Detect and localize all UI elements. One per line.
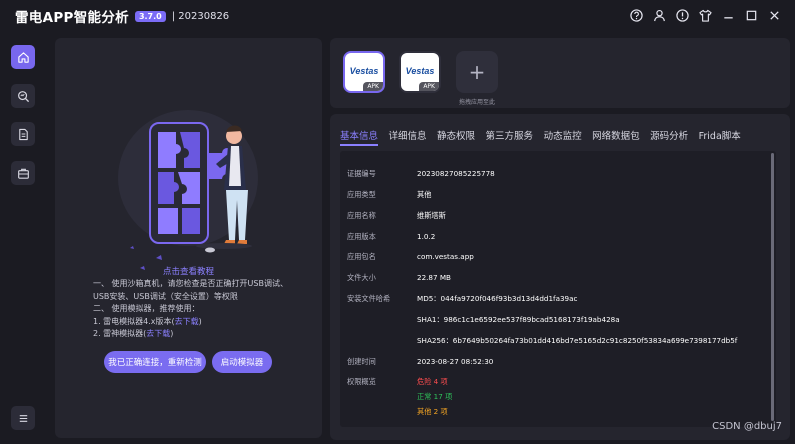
guide-line-4: 2. 雷神模拟器(去下载) [93, 328, 298, 341]
label: 文件大小 [347, 273, 376, 282]
guide-instructions: 一、 使用沙箱真机，请您检查是否正确打开USB调试、USB安装、USB调试（安全… [93, 278, 298, 341]
tab-basic-info[interactable]: 基本信息 [340, 128, 378, 142]
guide-line-2: 二、 使用模拟器，推荐使用： [93, 304, 200, 313]
info-row-app-type: 应用类型 其他 [347, 190, 431, 200]
info-row-sha256: SHA256：6b7649b50264fa73b01dd416bd7e5165d… [347, 336, 737, 346]
download-leishen-link[interactable]: 去下载 [146, 329, 170, 338]
hash-sha1: SHA1：986c1c1e6592ee537f89bcad5168173f19a… [417, 315, 620, 324]
value: 其他 [417, 190, 432, 199]
info-row-permissions: 权限概览 危险 4 项 [347, 377, 448, 387]
report-icon [18, 128, 28, 140]
minimize-icon[interactable] [721, 7, 735, 23]
guide-line-3-suffix: ) [198, 316, 202, 326]
label: 创建时间 [347, 357, 376, 366]
info-row-cert-no: 证据编号 20230827085225778 [347, 169, 495, 179]
info-row-app-name: 应用名称 维斯塔斯 [347, 211, 446, 221]
perm-other-count: 其他 2 项 [417, 407, 448, 416]
sidebar [0, 32, 46, 444]
active-tab-indicator [340, 144, 378, 146]
app-logo: Vestas [405, 66, 435, 76]
window-controls [629, 7, 781, 23]
toolbox-icon [17, 168, 29, 179]
tab-third-party[interactable]: 第三方服务 [486, 128, 534, 142]
recheck-connection-button[interactable]: 我已正确连接，重新检测 [104, 351, 206, 373]
label: 应用名称 [347, 211, 376, 220]
analysis-icon [17, 90, 29, 102]
drag-hint: 拖拽应用至此 [459, 99, 496, 106]
info-row-permissions-other: 其他 2 项 [347, 407, 448, 417]
tab-source-analysis[interactable]: 源码分析 [650, 128, 688, 142]
label: 应用包名 [347, 252, 376, 261]
detail-panel: 基本信息 详细信息 静态权限 第三方服务 动态监控 网络数据包 源码分析 Fri… [330, 114, 790, 440]
title-bar: 雷电APP智能分析 3.7.0 | 20230826 [0, 0, 795, 32]
label: 应用类型 [347, 190, 376, 199]
guide-line-4-suffix: ) [170, 329, 174, 338]
tab-bar: 基本信息 详细信息 静态权限 第三方服务 动态监控 网络数据包 源码分析 Fri… [340, 128, 741, 142]
guide-line-3-text: 1. 雷电模拟器4.x版本( [93, 316, 175, 326]
info-row-hash: 安装文件哈希 MD5：044fa9720f046f93b3d13d4dd1fa39… [347, 294, 577, 304]
theme-icon[interactable] [698, 7, 712, 23]
sidebar-menu-button[interactable] [11, 406, 35, 430]
info-row-package: 应用包名 com.vestas.app [347, 252, 474, 262]
maximize-icon[interactable] [744, 7, 758, 23]
tab-static-permissions[interactable]: 静态权限 [437, 128, 475, 142]
tab-dynamic-monitor[interactable]: 动态监控 [544, 128, 582, 142]
app-title: 雷电APP智能分析 [15, 10, 129, 26]
apk-tag: APK [419, 82, 439, 91]
user-icon[interactable] [652, 7, 666, 23]
hash-sha256: SHA256：6b7649b50264fa73b01dd416bd7e5165d… [417, 336, 738, 345]
info-row-permissions-normal: 正常 17 项 [347, 392, 452, 402]
vertical-scrollbar[interactable] [771, 153, 774, 421]
start-emulator-button[interactable]: 启动模拟器 [212, 351, 272, 373]
guide-line-3: 1. 雷电模拟器4.x版本(去下载) [93, 316, 298, 329]
label: 权限概览 [347, 377, 376, 386]
device-guide-panel: 点击查看教程 一、 使用沙箱真机，请您检查是否正确打开USB调试、USB安装、U… [55, 38, 322, 438]
tutorial-link[interactable]: 点击查看教程 [55, 265, 322, 277]
add-apk-button[interactable]: + [456, 51, 498, 93]
info-icon[interactable] [675, 7, 689, 23]
app-logo: Vestas [349, 66, 379, 76]
guide-line-1: 一、 使用沙箱真机，请您检查是否正确打开USB调试、USB安装、USB调试（安全… [93, 279, 288, 301]
apk-card[interactable]: Vestas APK [399, 51, 441, 93]
sidebar-item-analysis[interactable] [11, 84, 35, 108]
value: 维斯塔斯 [417, 211, 446, 220]
perm-normal-count: 正常 17 项 [417, 392, 453, 401]
help-icon[interactable] [629, 7, 643, 23]
sidebar-item-report[interactable] [11, 122, 35, 146]
value: 22.87 MB [417, 273, 451, 282]
apk-tag: APK [363, 82, 383, 91]
value: 2023-08-27 08:52:30 [417, 357, 494, 366]
value: 20230827085225778 [417, 169, 495, 178]
download-ld-link[interactable]: 去下载 [175, 317, 199, 326]
build-date: | 20230826 [171, 10, 230, 22]
tab-network-packets[interactable]: 网络数据包 [592, 128, 640, 142]
close-icon[interactable] [767, 7, 781, 23]
sidebar-item-home[interactable] [11, 45, 35, 69]
value: 1.0.2 [417, 232, 436, 241]
apk-bar: Vestas APK Vestas APK + 拖拽应用至此 [330, 38, 790, 108]
sidebar-item-toolbox[interactable] [11, 161, 35, 185]
value: com.vestas.app [417, 252, 474, 261]
guide-line-4-text: 2. 雷神模拟器( [93, 329, 147, 338]
hash-md5: MD5：044fa9720f046f93b3d13d4dd1fa39ac [417, 294, 578, 303]
tab-detailed-info[interactable]: 详细信息 [389, 128, 427, 142]
version-badge: 3.7.0 [134, 10, 166, 22]
label: 安装文件哈希 [347, 294, 391, 303]
apk-card[interactable]: Vestas APK [343, 51, 385, 93]
basic-info-content: 证据编号 20230827085225778 应用类型 其他 应用名称 维斯塔斯 应用… [340, 151, 776, 427]
info-row-created: 创建时间 2023-08-27 08:52:30 [347, 357, 493, 367]
info-row-sha1: SHA1：986c1c1e6592ee537f89bcad5168173f19a… [347, 315, 620, 325]
info-row-version: 应用版本 1.0.2 [347, 232, 435, 242]
perm-danger-count: 危险 4 项 [417, 377, 448, 386]
home-icon [17, 51, 29, 63]
label: 应用版本 [347, 232, 376, 241]
label: 证据编号 [347, 169, 376, 178]
watermark: CSDN @dbuj7 [712, 421, 782, 432]
info-row-size: 文件大小 22.87 MB [347, 273, 451, 283]
tab-frida-script[interactable]: Frida脚本 [699, 128, 741, 142]
menu-icon [19, 414, 27, 422]
